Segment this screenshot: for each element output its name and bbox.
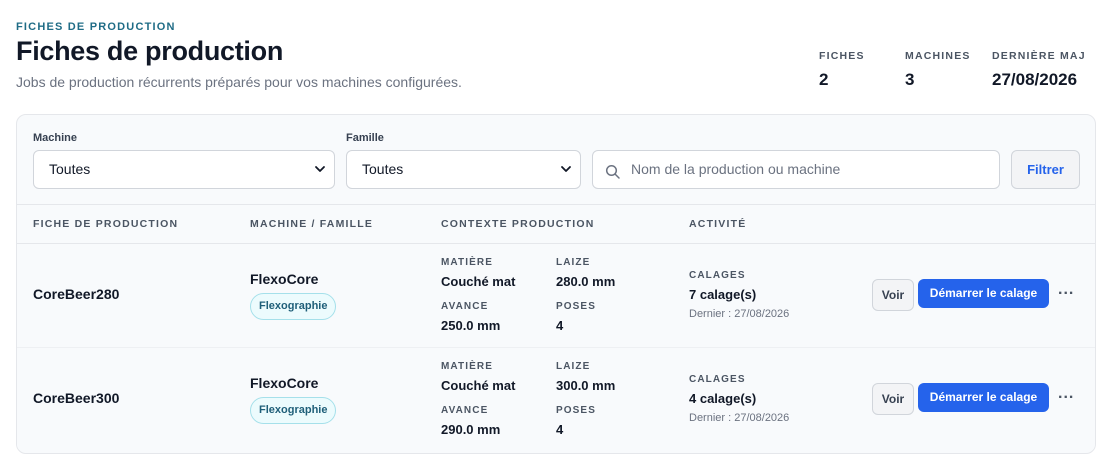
stat-label: MACHINES [905,50,971,62]
matiere-value: Couché mat [441,378,516,393]
calages-count: 4 calage(s) [689,391,757,406]
stat-label: DERNIÈRE MAJ [992,50,1086,62]
filter-button[interactable]: Filtrer [1011,150,1080,189]
machine-filter-label: Machine [33,132,78,144]
column-header-contexte: CONTEXTE PRODUCTION [441,218,595,230]
machine-select[interactable]: Toutes [33,150,335,189]
famille-select[interactable]: Toutes [346,150,581,189]
search-placeholder: Nom de la production ou machine [631,161,841,177]
machine-name: FlexoCore [250,375,319,391]
stat-value: 27/08/2026 [992,70,1078,89]
dernier-calage-date: Dernier : 27/08/2026 [689,412,790,424]
page-eyebrow: FICHES DE PRODUCTION [16,21,176,33]
page-title: Fiches de production [16,36,284,66]
stat-label: FICHES [819,50,865,62]
machine-select-value: Toutes [49,161,91,177]
chevron-down-icon [560,151,572,203]
start-calage-button[interactable]: Démarrer le calage [918,383,1049,412]
column-header-activite: ACTIVITÉ [689,218,747,230]
more-actions-icon[interactable]: ... [1058,281,1074,299]
stat-value: 3 [905,70,915,89]
dernier-calage-date: Dernier : 27/08/2026 [689,308,790,320]
table-header: FICHE DE PRODUCTION MACHINE / FAMILLE CO… [17,204,1095,244]
table-row: CoreBeer280 FlexoCore Flexographie MATIÈ… [17,244,1095,347]
avance-label: AVANCE [441,301,489,312]
matiere-label: MATIÈRE [441,257,493,268]
laize-label: LAIZE [556,361,591,372]
stat-derniere-maj: DERNIÈRE MAJ 27/08/2026 [992,50,1086,90]
famille-filter-label: Famille [346,132,384,144]
more-actions-icon[interactable]: ... [1058,385,1074,403]
machine-name: FlexoCore [250,271,319,287]
start-calage-button[interactable]: Démarrer le calage [918,279,1049,308]
poses-label: POSES [556,301,596,312]
search-input[interactable]: Nom de la production ou machine [592,150,1000,189]
voir-button[interactable]: Voir [872,383,914,415]
famille-badge: Flexographie [250,293,337,320]
calages-label: CALAGES [689,270,746,281]
laize-value: 300.0 mm [556,378,616,393]
stat-machines: MACHINES 3 [905,50,971,90]
chevron-down-icon [314,151,326,203]
avance-value: 290.0 mm [441,422,501,437]
laize-label: LAIZE [556,257,591,268]
avance-value: 250.0 mm [441,318,501,333]
poses-value: 4 [556,318,564,333]
production-name: CoreBeer280 [33,286,120,302]
matiere-label: MATIÈRE [441,361,493,372]
laize-value: 280.0 mm [556,274,616,289]
voir-button[interactable]: Voir [872,279,914,311]
famille-badge: Flexographie [250,397,337,424]
production-name: CoreBeer300 [33,390,120,406]
poses-value: 4 [556,422,564,437]
famille-select-value: Toutes [362,161,404,177]
matiere-value: Couché mat [441,274,516,289]
calages-label: CALAGES [689,374,746,385]
calages-count: 7 calage(s) [689,287,757,302]
stat-fiches: FICHES 2 [819,50,865,90]
column-header-fiche: FICHE DE PRODUCTION [33,218,179,230]
avance-label: AVANCE [441,405,489,416]
stat-value: 2 [819,70,829,89]
page-subtitle: Jobs de production récurrents préparés p… [16,74,462,90]
table-row: CoreBeer300 FlexoCore Flexographie MATIÈ… [17,347,1095,450]
column-header-machine: MACHINE / FAMILLE [250,218,374,230]
poses-label: POSES [556,405,596,416]
production-card: Machine Toutes Famille Toutes Nom de la … [16,114,1096,454]
